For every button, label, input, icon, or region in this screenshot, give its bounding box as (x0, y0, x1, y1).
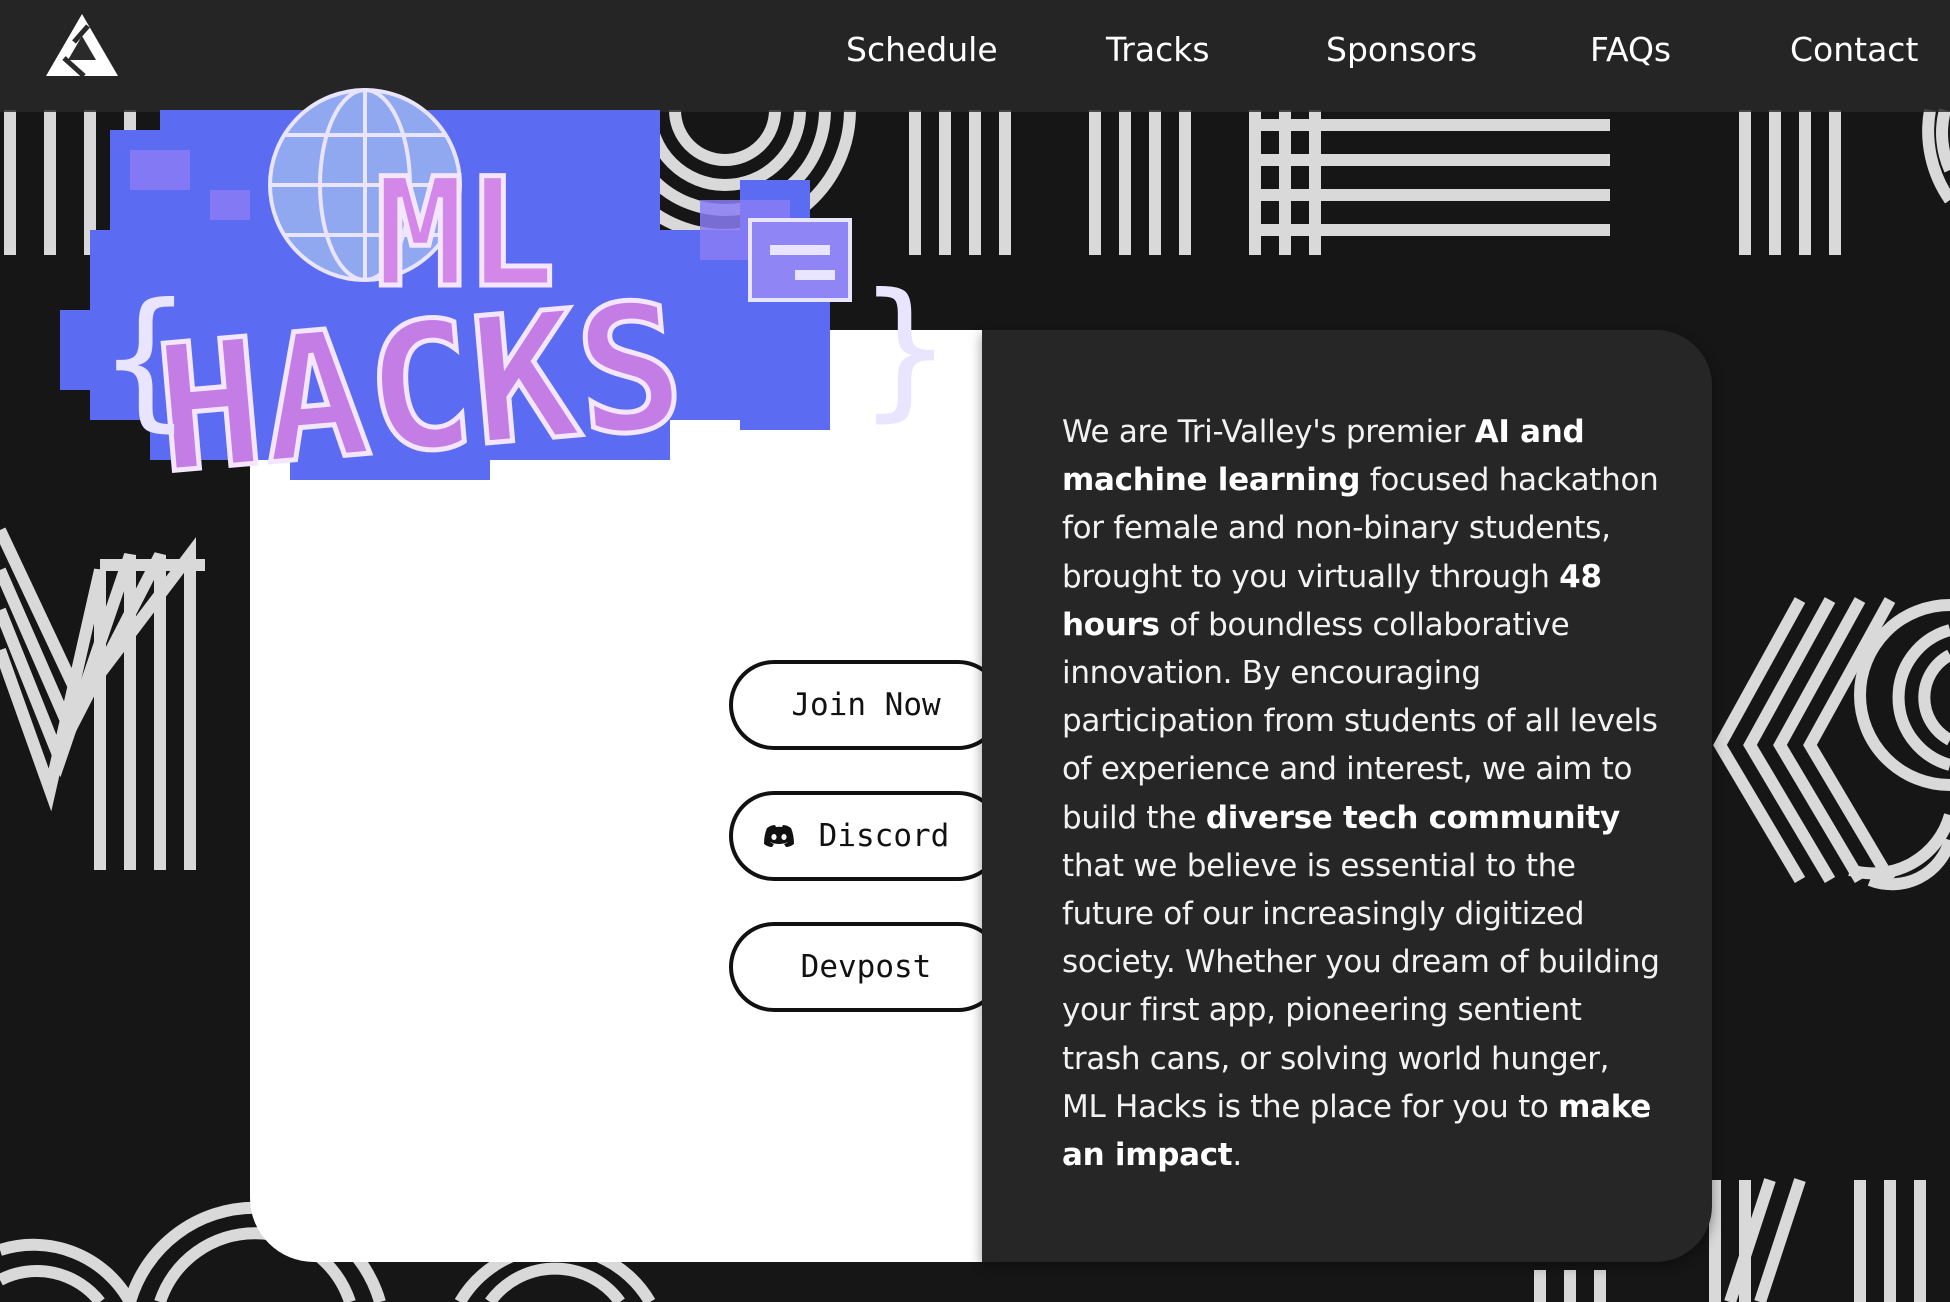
nav-link-contact[interactable]: Contact (1790, 30, 1918, 69)
bg-letter-i (1739, 110, 1841, 255)
join-now-button[interactable]: Join Now (729, 660, 1003, 750)
discord-button[interactable]: Discord (729, 791, 1003, 881)
about-text-segment: . (1232, 1137, 1242, 1174)
devpost-label: Devpost (800, 949, 932, 985)
nav-link-faqs[interactable]: FAQs (1590, 30, 1671, 69)
bg-letter-k-right (1713, 597, 1896, 884)
about-text-segment: We are Tri-Valley's premier (1062, 414, 1475, 450)
about-paragraph: We are Tri-Valley's premier AI and machi… (1062, 408, 1662, 1179)
discord-label: Discord (818, 818, 950, 854)
discord-icon (764, 825, 794, 847)
ml-hacks-logo: ML HACKS { } (60, 88, 950, 516)
bg-letter-e (1249, 110, 1610, 255)
nav-link-schedule[interactable]: Schedule (846, 30, 998, 69)
nav-link-tracks[interactable]: Tracks (1106, 30, 1210, 69)
right-brace: } (860, 262, 950, 436)
left-brace: { (100, 272, 190, 446)
bg-letter-m-left (0, 527, 205, 870)
card-about-panel: We are Tri-Valley's premier AI and machi… (982, 330, 1712, 1262)
devpost-button[interactable]: Devpost (729, 922, 1003, 1012)
nav-link-sponsors[interactable]: Sponsors (1326, 30, 1477, 69)
bg-letter-c-right (1922, 108, 1950, 204)
join-now-label: Join Now (791, 687, 941, 723)
triangle-logo-icon[interactable] (44, 12, 120, 78)
about-highlight: diverse tech community (1205, 799, 1620, 836)
about-text-segment: that we believe is essential to the futu… (1062, 847, 1660, 1125)
chat-bubble-icon (748, 218, 852, 302)
